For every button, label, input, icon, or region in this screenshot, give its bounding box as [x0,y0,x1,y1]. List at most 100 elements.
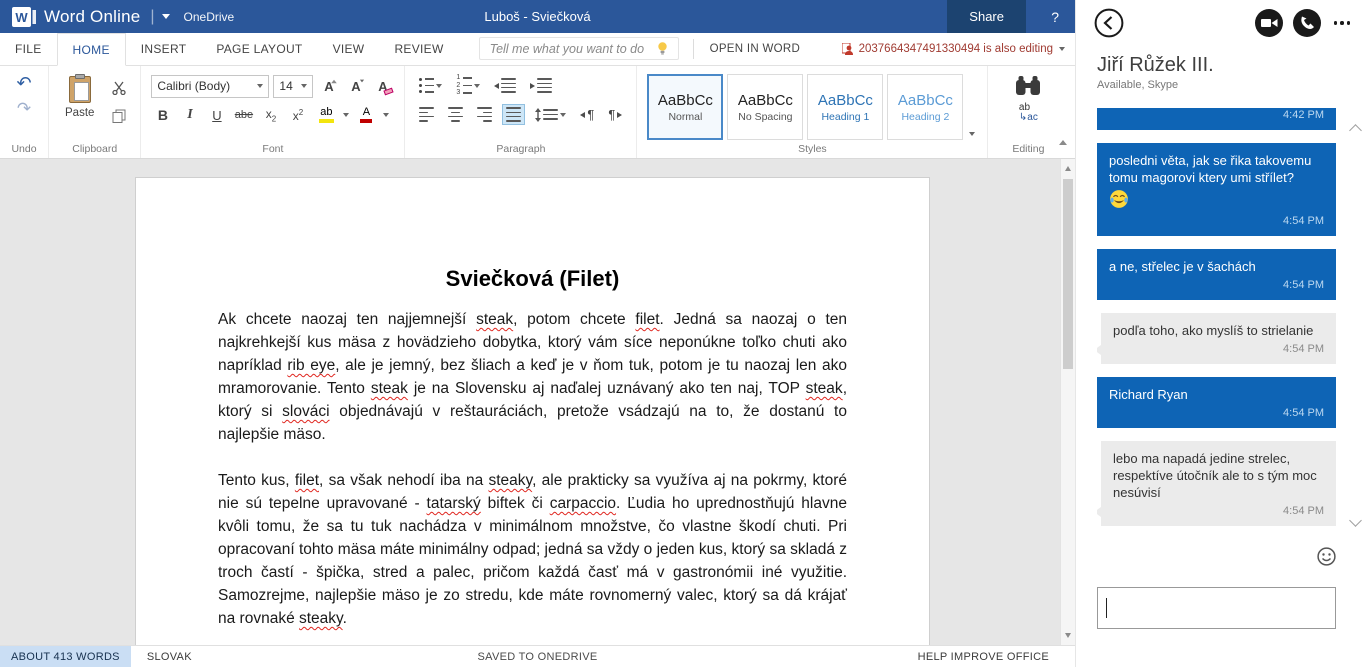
undo-button[interactable]: ↶ [15,74,32,94]
document-body[interactable]: Ak chcete naozaj ten najjemnejší steak, … [218,308,847,630]
clear-formatting-button[interactable]: A [371,75,394,98]
chat-message-sent: posledni věta, jak se řika takovemu tomu… [1097,143,1336,236]
help-button[interactable]: ? [1051,0,1059,33]
decrease-indent-button[interactable] [490,75,520,96]
line-spacing-icon [535,108,541,122]
message-input[interactable] [1097,587,1336,629]
align-right-button[interactable] [473,104,496,125]
align-left-button[interactable] [415,104,438,125]
cut-button[interactable] [108,78,130,98]
align-center-button[interactable] [444,104,467,125]
laughing-crying-emoji [1109,189,1324,211]
copy-button[interactable] [108,106,130,126]
chat-message-sent: 4:42 PM [1097,108,1336,130]
paste-button[interactable]: Paste [59,74,100,140]
arrow-left-icon [580,112,585,118]
rtl-paragraph-button[interactable]: ¶ [604,105,626,124]
message-timestamp: 4:54 PM [1109,405,1324,422]
chevron-down-icon[interactable] [343,113,349,117]
justify-button[interactable] [502,104,525,125]
tell-me-input[interactable]: Tell me what you want to do [479,37,679,60]
bullets-button[interactable] [415,75,446,96]
help-improve-link[interactable]: HELP IMPROVE OFFICE [918,651,1075,663]
misspelled-word: steak [476,311,513,328]
underline-button[interactable]: U [205,104,228,127]
tab-file[interactable]: FILE [0,33,57,65]
tab-page-layout[interactable]: PAGE LAYOUT [201,33,317,65]
share-button[interactable]: Share [947,0,1026,33]
chat-scroll-up-icon[interactable] [1349,124,1362,137]
font-name-dropdown[interactable]: Calibri (Body) [151,75,269,98]
redo-button[interactable]: ↷ [16,100,32,119]
message-text: podľa toho, ako myslíš to strielanie [1113,322,1324,339]
tab-home[interactable]: HOME [57,33,126,66]
font-color-swatch [360,119,372,123]
numbering-button[interactable]: 1 2 3 [452,73,484,97]
highlight-color-swatch [319,119,334,123]
scrollbar-thumb[interactable] [1063,179,1073,369]
video-call-button[interactable] [1254,8,1284,38]
document-scrollbar[interactable] [1060,159,1075,645]
increase-indent-button[interactable] [526,75,556,96]
highlight-button[interactable]: ab [313,104,339,127]
language-indicator[interactable]: SLOVAK [131,651,208,663]
align-right-icon [477,107,492,122]
style-heading-2[interactable]: AaBbCc Heading 2 [887,74,963,140]
contact-name[interactable]: Jiří Růžek III. [1097,54,1366,77]
ribbon-group-styles: AaBbCc Normal AaBbCc No Spacing AaBbCc H… [636,66,987,158]
message-timestamp: 4:54 PM [1109,213,1324,230]
document-canvas: Sviečková (Filet) Ak chcete naozaj ten n… [0,159,1075,645]
style-normal[interactable]: AaBbCc Normal [647,74,723,140]
grow-font-button[interactable]: A [317,75,340,98]
more-styles-button[interactable] [967,74,977,140]
bold-button[interactable]: B [151,104,174,127]
voice-call-button[interactable] [1292,8,1322,38]
message-timestamp: 4:54 PM [1113,503,1324,520]
app-title: Word Online [44,7,140,27]
more-options-button[interactable] [1334,21,1351,25]
align-center-icon [448,107,463,122]
tab-insert[interactable]: INSERT [126,33,202,65]
onedrive-breadcrumb[interactable]: OneDrive [184,10,235,24]
superscript-button[interactable]: x2 [286,104,309,127]
smiley-icon [1317,547,1336,566]
subscript-button[interactable]: x2 [259,104,282,127]
word-logo-icon[interactable]: W [12,7,36,27]
style-heading-1[interactable]: AaBbCc Heading 1 [807,74,883,140]
misspelled-word: tatarský [427,495,481,512]
italic-button[interactable]: I [178,104,201,127]
scroll-down-arrow[interactable] [1061,628,1075,643]
font-color-button[interactable]: A [353,104,379,127]
font-size-dropdown[interactable]: 14 [273,75,313,98]
title-divider: | [150,8,154,26]
tab-review[interactable]: REVIEW [379,33,458,65]
group-label-undo: Undo [0,143,48,155]
document-page[interactable]: Sviečková (Filet) Ak chcete naozaj ten n… [135,177,930,645]
word-count-badge[interactable]: ABOUT 413 WORDS [0,646,131,667]
message-list[interactable]: 4:42 PM posledni věta, jak se řika takove… [1097,108,1336,555]
tab-view[interactable]: VIEW [318,33,380,65]
open-in-word-button[interactable]: OPEN IN WORD [693,39,801,59]
ltr-paragraph-button[interactable]: ¶ [576,105,598,124]
scroll-up-arrow[interactable] [1061,161,1075,176]
emoticon-picker-button[interactable] [1317,547,1336,571]
collapse-ribbon-button[interactable] [1059,132,1067,150]
chevron-down-icon [301,84,307,88]
style-no-spacing[interactable]: AaBbCc No Spacing [727,74,803,140]
line-spacing-button[interactable] [531,105,570,125]
lines-icon [501,78,516,93]
strikethrough-button[interactable]: abe [232,104,255,127]
chat-scroll-down-icon[interactable] [1349,514,1362,527]
replace-button[interactable]: ab ↳ac [1019,103,1038,123]
coauthor-indicator[interactable]: 2037664347491330494 is also editing [842,33,1075,65]
ribbon-group-clipboard: Paste [48,66,140,158]
chevron-down-icon[interactable] [383,113,389,117]
paste-label: Paste [65,107,94,119]
back-button[interactable] [1094,8,1124,43]
shrink-font-button[interactable]: A [344,75,367,98]
arrow-right-icon [617,112,622,118]
justify-icon [506,107,521,122]
chevron-down-icon[interactable] [162,14,170,19]
lines-icon [543,109,558,119]
find-button[interactable] [1014,74,1042,97]
